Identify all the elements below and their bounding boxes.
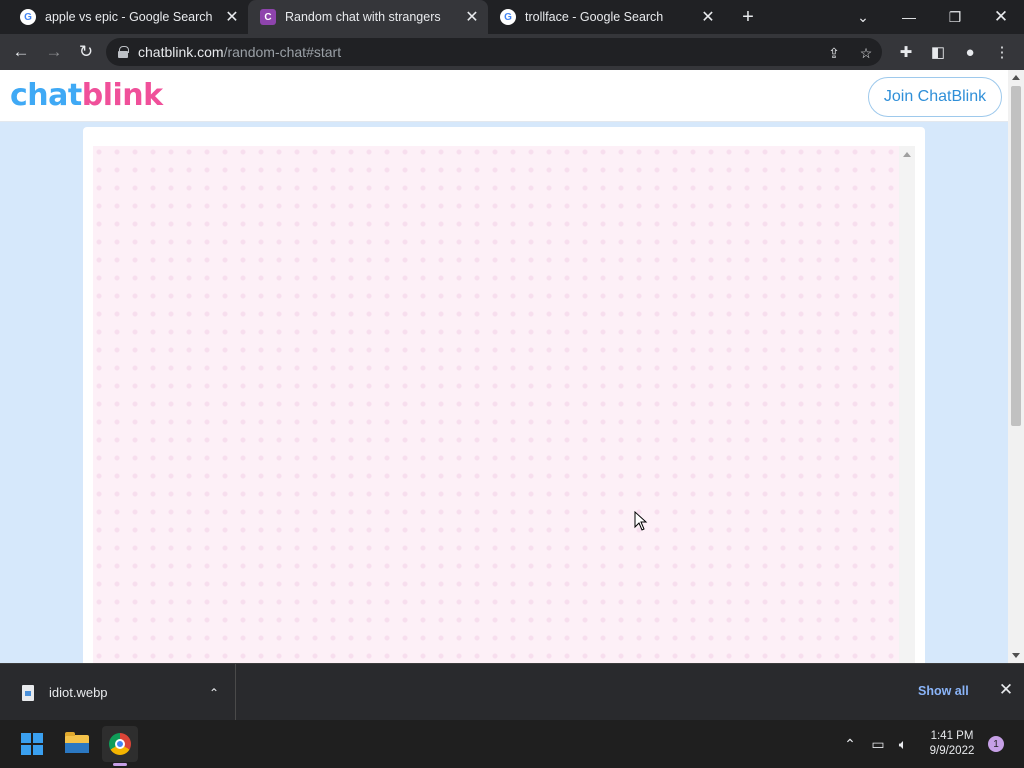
chat-card xyxy=(83,127,925,663)
close-icon[interactable]: ✕ xyxy=(698,7,718,27)
reload-button[interactable]: ↻ xyxy=(73,39,99,65)
image-file-icon xyxy=(22,684,34,701)
bookmark-star-icon[interactable]: ☆ xyxy=(856,43,876,63)
tab-apple-vs-epic[interactable]: G apple vs epic - Google Search ✕ xyxy=(8,0,248,34)
download-item[interactable]: idiot.webp ⌃ xyxy=(0,664,236,721)
tab-random-chat[interactable]: C Random chat with strangers ✕ xyxy=(248,0,488,34)
forward-button[interactable]: → xyxy=(41,39,67,65)
scroll-up-icon[interactable] xyxy=(903,152,911,157)
close-shelf-icon[interactable]: ✕ xyxy=(996,680,1016,700)
windows-logo-icon xyxy=(21,733,43,755)
active-app-indicator xyxy=(113,763,127,766)
share-icon[interactable]: ⇪ xyxy=(824,43,844,63)
volume-icon[interactable]: 🔈︎ xyxy=(893,734,913,754)
mouse-cursor-icon xyxy=(634,511,648,531)
restore-button[interactable]: ❐ xyxy=(932,0,978,34)
url-text: chatblink.com/random-chat#start xyxy=(138,44,342,60)
google-icon: G xyxy=(20,9,36,25)
windows-taskbar: ⌃ ▭ 🔈︎ 1:41 PM 9/9/2022 1 xyxy=(0,720,1024,768)
side-panel-icon[interactable]: ◧ xyxy=(928,42,948,62)
page-scrollbar[interactable] xyxy=(1008,70,1024,663)
chatblink-logo[interactable]: chatblink xyxy=(10,78,163,113)
close-icon[interactable]: ✕ xyxy=(222,7,242,27)
chevron-up-icon[interactable]: ⌃ xyxy=(209,686,219,700)
chatblink-icon: C xyxy=(260,9,276,25)
download-file-name: idiot.webp xyxy=(49,685,108,700)
chat-scrollbar[interactable] xyxy=(899,146,915,663)
extensions-icon[interactable]: ✚ xyxy=(896,42,916,62)
system-clock[interactable]: 1:41 PM 9/9/2022 xyxy=(920,729,984,759)
close-icon[interactable]: ✕ xyxy=(462,7,482,27)
scrollbar-thumb[interactable] xyxy=(1011,86,1021,426)
join-chatblink-button[interactable]: Join ChatBlink xyxy=(868,77,1002,117)
scroll-up-icon[interactable] xyxy=(1012,75,1020,80)
tab-search-button[interactable]: ⌄ xyxy=(840,0,886,34)
chrome-icon xyxy=(109,733,131,755)
clock-date: 9/9/2022 xyxy=(929,745,975,757)
tab-title: apple vs epic - Google Search xyxy=(45,10,213,24)
close-window-button[interactable]: ✕ xyxy=(978,0,1024,34)
tab-title: Random chat with strangers xyxy=(285,10,441,24)
minimize-button[interactable]: — xyxy=(886,0,932,34)
start-button[interactable] xyxy=(14,726,50,762)
chat-area[interactable] xyxy=(93,146,899,663)
clock-time: 1:41 PM xyxy=(930,730,974,742)
back-button[interactable]: ← xyxy=(8,39,34,65)
download-shelf: idiot.webp ⌃ Show all ✕ xyxy=(0,663,1024,721)
tab-trollface[interactable]: G trollface - Google Search ✕ xyxy=(488,0,724,34)
address-bar[interactable]: chatblink.com/random-chat#start ⇪ ☆ xyxy=(106,38,882,66)
file-explorer-button[interactable] xyxy=(59,726,95,762)
chevron-up-icon[interactable]: ⌃ xyxy=(840,734,860,754)
new-tab-button[interactable]: + xyxy=(736,6,760,28)
menu-icon[interactable]: ⋮ xyxy=(992,42,1012,62)
lock-icon[interactable] xyxy=(118,46,129,58)
scroll-down-icon[interactable] xyxy=(1012,653,1020,658)
site-header: chatblink Join ChatBlink xyxy=(0,70,1008,122)
tab-title: trollface - Google Search xyxy=(525,10,664,24)
show-all-downloads-link[interactable]: Show all xyxy=(918,684,969,698)
browser-toolbar: ← → ↻ chatblink.com/random-chat#start ⇪ … xyxy=(0,34,1024,70)
profile-icon[interactable]: ● xyxy=(960,42,980,62)
tab-strip: G apple vs epic - Google Search ✕ C Rand… xyxy=(0,0,1024,34)
chrome-taskbar-button[interactable] xyxy=(102,726,138,762)
folder-icon xyxy=(65,732,89,753)
web-page: chatblink Join ChatBlink xyxy=(0,70,1008,663)
notification-badge[interactable]: 1 xyxy=(988,736,1004,752)
google-icon: G xyxy=(500,9,516,25)
network-icon[interactable]: ▭ xyxy=(868,734,888,754)
